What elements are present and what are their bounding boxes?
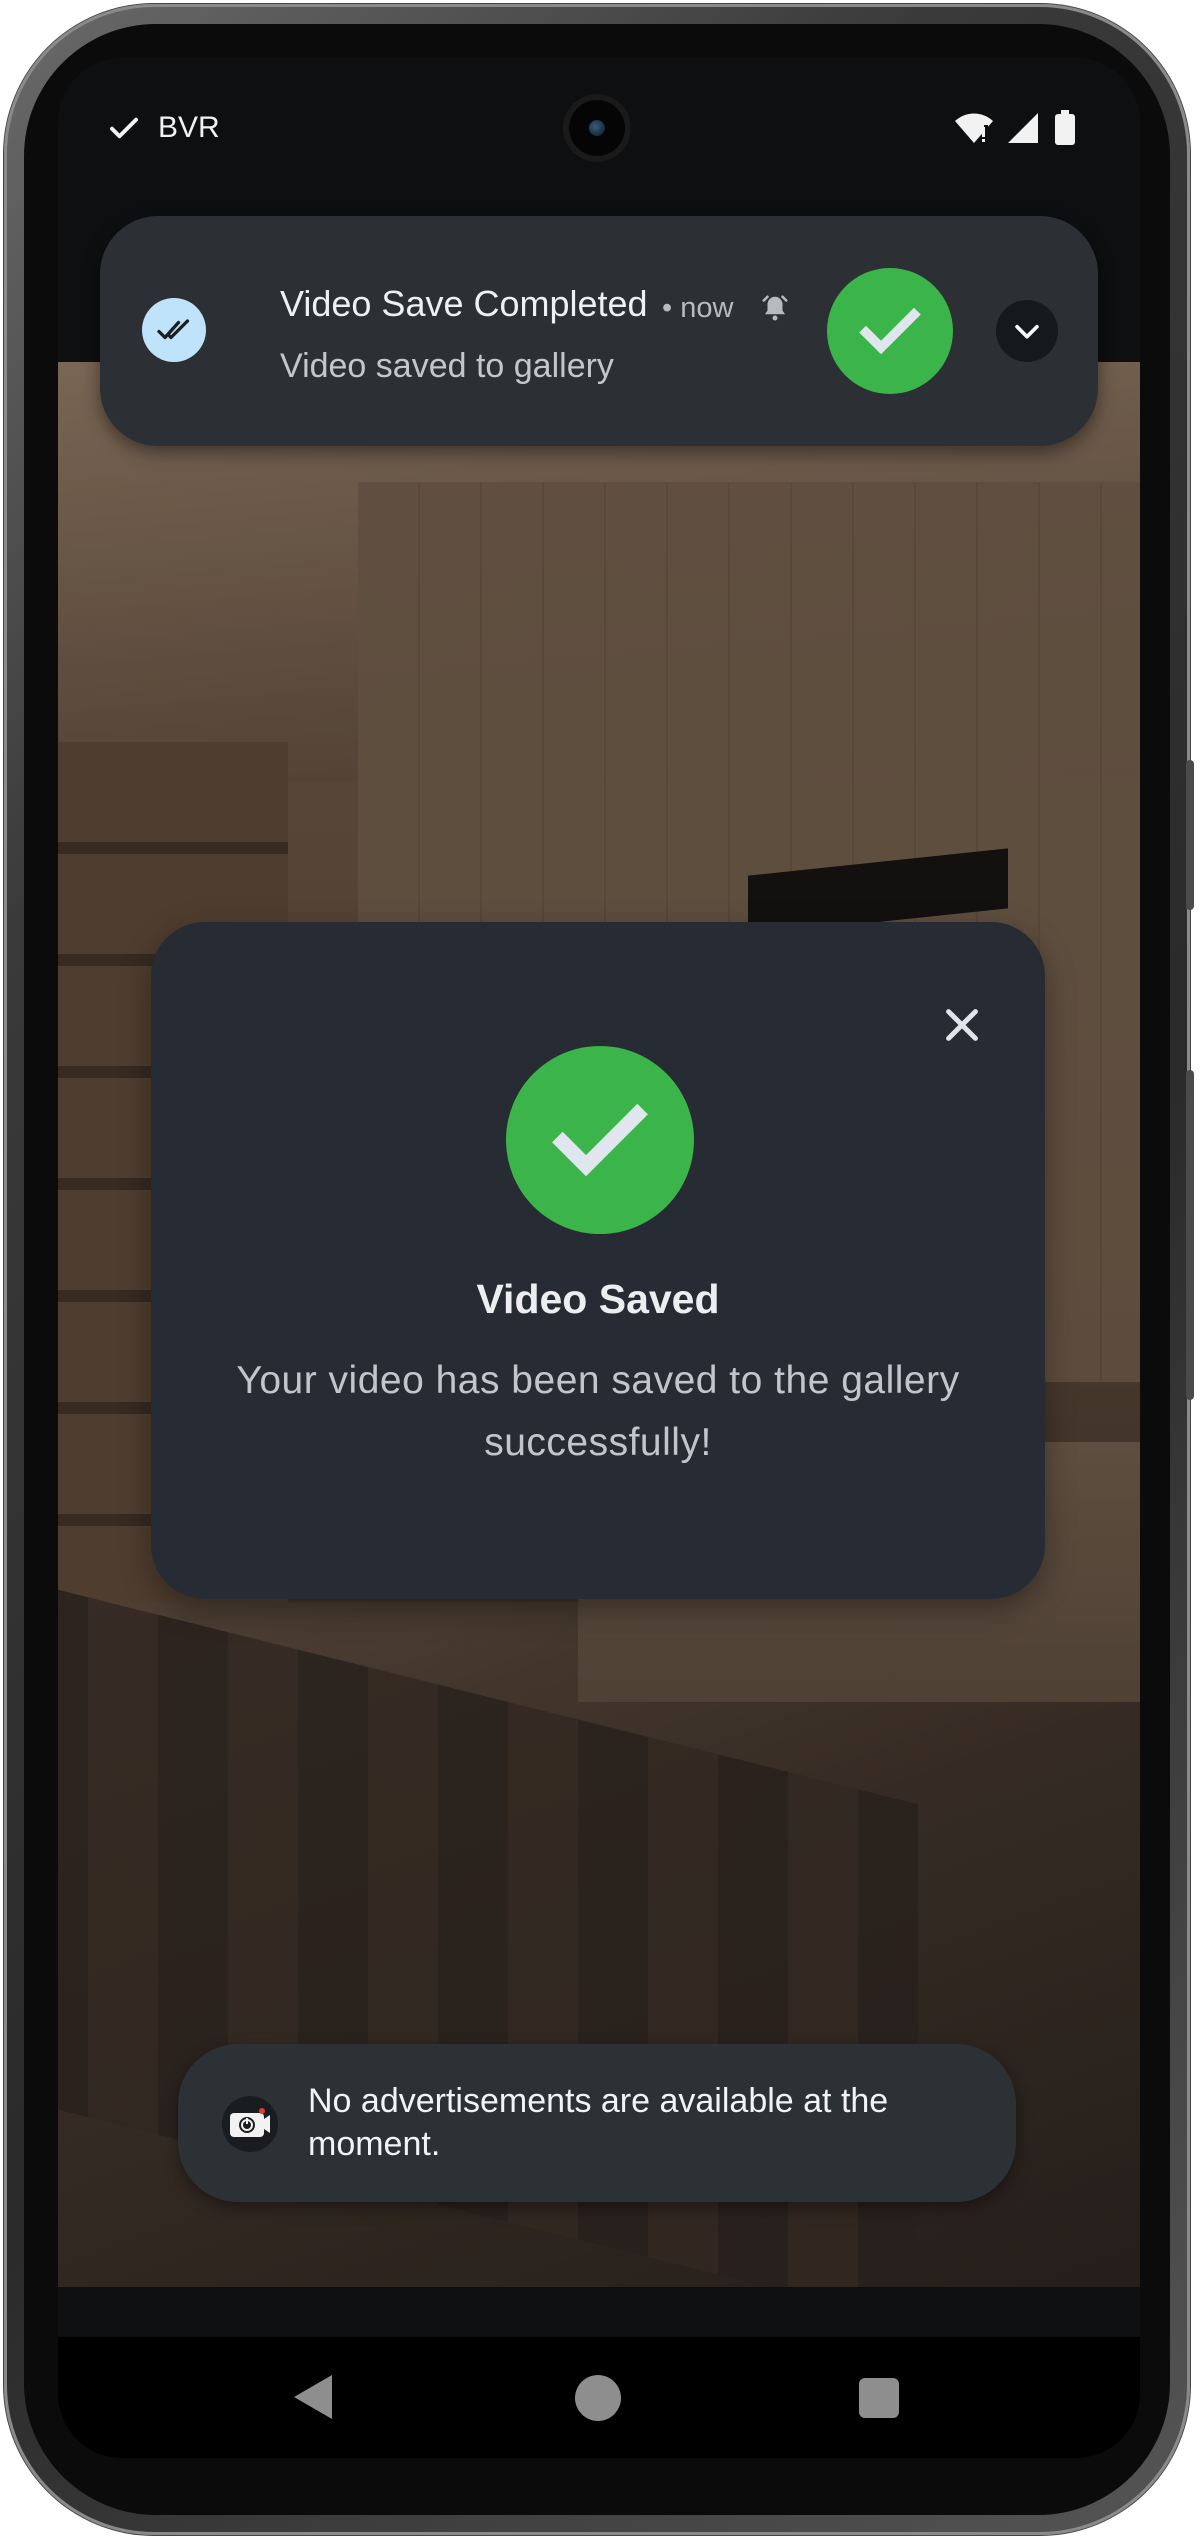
success-check-icon <box>506 1046 694 1234</box>
toast-message: No advertisements are available at the m… <box>178 2044 1016 2202</box>
status-icons <box>954 108 1076 148</box>
video-saved-dialog: Video Saved Your video has been saved to… <box>151 922 1045 1599</box>
camera-record-icon <box>222 2096 278 2152</box>
screen: BVR Video Save Completed • now Video sav… <box>58 58 1140 2458</box>
home-button[interactable] <box>575 2375 621 2421</box>
double-check-icon <box>142 298 206 362</box>
chevron-down-icon <box>1015 324 1039 339</box>
bell-icon <box>762 295 788 321</box>
notification-time: • now <box>662 292 734 324</box>
front-camera <box>563 94 631 162</box>
dialog-message: Your video has been saved to the gallery… <box>236 1359 960 1464</box>
volume-button <box>1186 1070 1194 1400</box>
close-icon[interactable] <box>939 1002 985 1048</box>
power-button <box>1186 760 1194 910</box>
heads-up-notification[interactable]: Video Save Completed • now Video saved t… <box>100 216 1098 446</box>
battery-icon <box>1055 110 1075 145</box>
success-check-icon <box>827 268 953 394</box>
carrier-label: BVR <box>158 111 220 144</box>
navigation-bar <box>58 2337 1140 2458</box>
back-button[interactable] <box>294 2375 332 2419</box>
notification-text: Video saved to gallery <box>280 347 614 385</box>
bottom-strip <box>58 2287 1140 2337</box>
notification-title: Video Save Completed <box>280 283 648 324</box>
wifi-icon <box>955 113 993 143</box>
signal-icon <box>1008 113 1038 143</box>
toast-text: No advertisements are available at the m… <box>308 2082 889 2163</box>
dialog-title: Video Saved <box>476 1276 720 1322</box>
status-bar: BVR <box>58 58 1140 188</box>
recents-button[interactable] <box>859 2378 899 2418</box>
check-icon <box>110 117 138 139</box>
expand-button[interactable] <box>996 300 1058 362</box>
